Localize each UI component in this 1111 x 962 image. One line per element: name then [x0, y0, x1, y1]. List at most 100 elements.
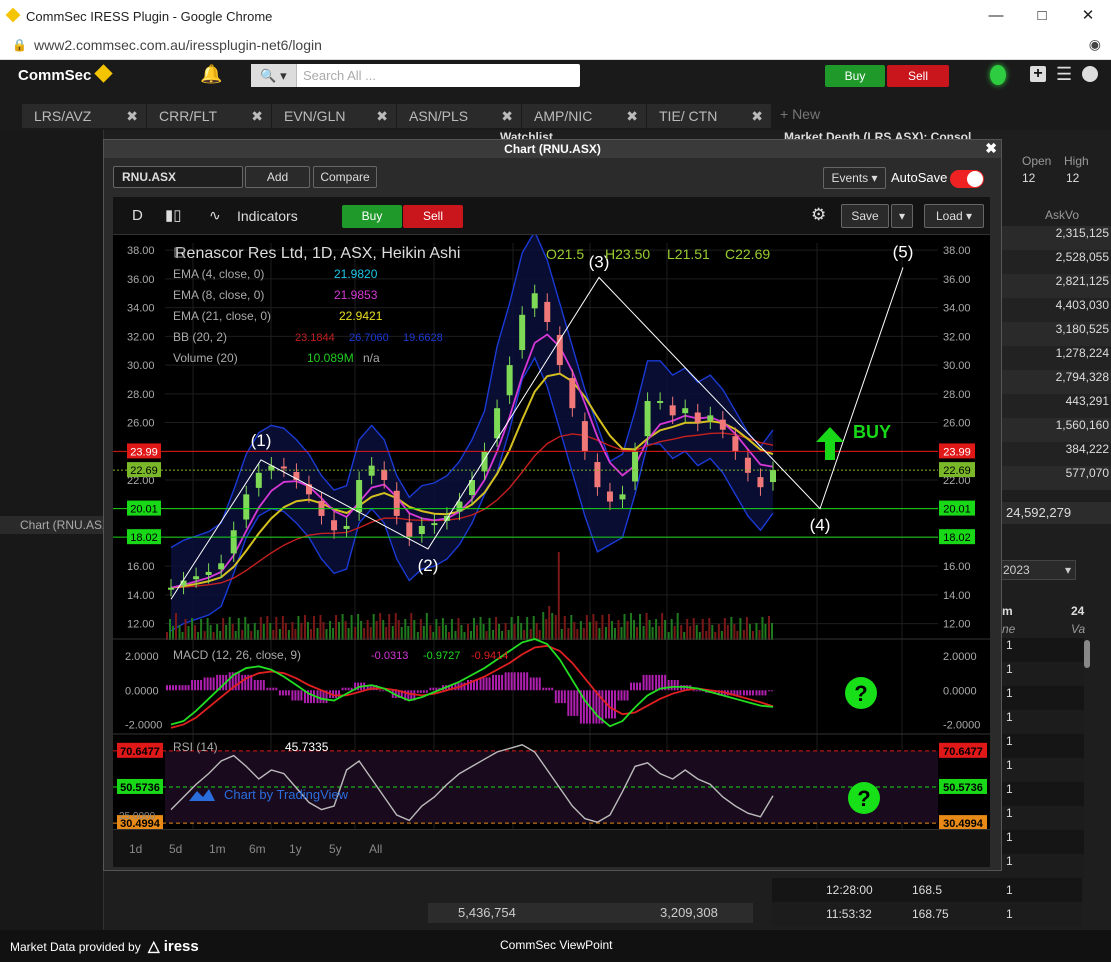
tab-evn-gln[interactable]: EVN/GLN ✖: [272, 104, 396, 128]
macd-histogram-bar: [175, 685, 177, 691]
bell-icon[interactable]: 🔔: [200, 64, 222, 85]
macd-histogram-bar: [485, 677, 488, 691]
save-button[interactable]: Save: [841, 204, 889, 228]
macd-histogram-bar: [745, 690, 748, 696]
macd-y-tick-left: 2.0000: [125, 651, 159, 663]
new-tab-button[interactable]: + New: [780, 106, 820, 122]
macd-histogram-bar: [212, 677, 215, 691]
volume-bar: [510, 617, 513, 640]
macd-histogram-bar: [532, 677, 535, 691]
close-tab-icon[interactable]: ✖: [751, 104, 763, 128]
url-text[interactable]: www2.commsec.com.au/iressplugin-net6/log…: [34, 37, 322, 53]
close-window-icon[interactable]: ✕: [1065, 0, 1111, 32]
macd-histogram-bar: [187, 685, 190, 691]
year-select[interactable]: 2023 ▾: [1000, 560, 1076, 580]
header-sell-button[interactable]: Sell: [887, 65, 949, 87]
macd-histogram-bar: [520, 672, 523, 691]
events-dropdown[interactable]: Events ▾: [823, 167, 886, 189]
askvol-row: 2,315,125: [1000, 226, 1111, 250]
close-tab-icon[interactable]: ✖: [626, 104, 638, 128]
close-tab-icon[interactable]: ✖: [501, 104, 513, 128]
close-tab-icon[interactable]: ✖: [126, 104, 138, 128]
save-options-icon[interactable]: ▾: [891, 204, 913, 228]
macd-histogram-bar: [570, 690, 573, 716]
close-tab-icon[interactable]: ✖: [251, 104, 263, 128]
close-tab-icon[interactable]: ✖: [376, 104, 388, 128]
macd-histogram-bar: [761, 690, 764, 696]
macd-histogram-bar: [538, 677, 541, 691]
macd-histogram-bar: [742, 690, 745, 696]
y-tick-right: 12.00: [943, 619, 971, 631]
indicators-button[interactable]: Indicators: [237, 208, 298, 224]
autosave-toggle[interactable]: [950, 170, 984, 188]
address-bar[interactable]: 🔒 www2.commsec.com.au/iressplugin-net6/l…: [0, 32, 1111, 60]
chart-buy-button[interactable]: Buy: [342, 205, 402, 228]
macd-y-tick-left: 0.0000: [125, 685, 159, 697]
volume-bar: [335, 615, 338, 640]
volume-bar: [610, 621, 613, 640]
chart-sell-button[interactable]: Sell: [403, 205, 463, 228]
add-button[interactable]: Add: [245, 166, 310, 188]
side-chart-label[interactable]: Chart (RNU.ASX: [0, 516, 112, 534]
power-icon[interactable]: [1082, 66, 1098, 82]
buy-annotation: BUY: [853, 422, 891, 442]
timeframe-5d[interactable]: 5d: [169, 842, 182, 856]
symbol-input[interactable]: RNU.ASX: [113, 166, 243, 188]
volume-bar: [548, 606, 551, 640]
maximize-icon[interactable]: □: [1019, 0, 1065, 32]
indicators-icon[interactable]: ∿: [209, 207, 221, 224]
tab-lrs-avz[interactable]: LRS/AVZ ✖: [22, 104, 146, 128]
lightbulb-icon[interactable]: [990, 65, 1006, 85]
timeframe-6m[interactable]: 6m: [249, 842, 266, 856]
volume-bar: [535, 623, 538, 640]
trade-qty-row: 1: [1000, 638, 1084, 662]
interval-button[interactable]: D: [132, 207, 143, 224]
volume-bar: [325, 629, 328, 640]
close-chart-icon[interactable]: ✖: [985, 140, 997, 157]
y-tick-left: 16.00: [127, 561, 155, 573]
volume-bar: [579, 621, 582, 640]
timeframe-All[interactable]: All: [369, 842, 382, 856]
compare-button[interactable]: Compare: [313, 166, 377, 188]
search-input[interactable]: 🔍 ▾ Search All ...: [251, 64, 580, 87]
chart-plot-area[interactable]: D ▮▯ ∿ Indicators Buy Sell ⚙ Save ▾ Load…: [113, 197, 990, 867]
tab-amp-nic[interactable]: AMP/NIC ✖: [522, 104, 646, 128]
candle-body: [243, 494, 250, 520]
workspace-tabs: LRS/AVZ ✖ CRR/FLT ✖ EVN/GLN ✖ ASN/PLS ✖ AMP/…: [0, 94, 1111, 130]
macd-value: -0.9727: [423, 650, 460, 662]
tab-asn-pls[interactable]: ASN/PLS ✖: [397, 104, 521, 128]
timeframe-5y[interactable]: 5y: [329, 842, 342, 856]
askvol-row: 2,528,055: [1000, 250, 1111, 274]
timeframe-1d[interactable]: 1d: [129, 842, 142, 856]
volume-bar: [570, 615, 573, 640]
volume-bar: [444, 625, 447, 640]
volume-bar: [175, 613, 177, 640]
price-chart[interactable]: 38.00 38.00 36.00 36.00 34.00 34.00 32.00 32.00…: [113, 235, 990, 867]
timeframe-1m[interactable]: 1m: [209, 842, 226, 856]
volume-bar: [633, 620, 636, 640]
macd-histogram-bar: [262, 680, 265, 691]
macd-histogram-bar: [216, 674, 219, 691]
minimize-icon[interactable]: —: [973, 0, 1019, 32]
timeframe-1y[interactable]: 1y: [289, 842, 302, 856]
chart-window[interactable]: Chart (RNU.ASX) ✖ RNU.ASX Add Compare Ev…: [103, 139, 1002, 871]
tab-tie-ctn[interactable]: TIE/ CTN ✖: [647, 104, 771, 128]
settings-gear-icon[interactable]: ⚙: [811, 205, 826, 225]
candle-style-icon[interactable]: ▮▯: [165, 206, 182, 224]
tab-crr-flt[interactable]: CRR/FLT ✖: [147, 104, 271, 128]
rsi-tag-label-right: 70.6477: [943, 746, 983, 758]
load-dropdown[interactable]: Load ▾: [924, 204, 984, 228]
volume-bar: [316, 628, 319, 640]
app-header: CommSec 🔔 🔍 ▾ Search All ... Buy Sell + …: [0, 60, 1111, 94]
y-tick-left: 34.00: [127, 303, 155, 315]
scrollbar-thumb[interactable]: [1084, 640, 1090, 668]
header-buy-button[interactable]: Buy: [825, 65, 885, 87]
eye-icon[interactable]: ◉: [1089, 36, 1101, 53]
search-icon[interactable]: 🔍 ▾: [251, 64, 297, 87]
candle-body: [331, 520, 338, 531]
volume-bar: [429, 625, 432, 640]
candle-body: [581, 421, 588, 452]
candle-body: [168, 587, 174, 590]
add-icon[interactable]: +: [1030, 66, 1046, 82]
menu-icon[interactable]: ☰: [1056, 64, 1072, 85]
